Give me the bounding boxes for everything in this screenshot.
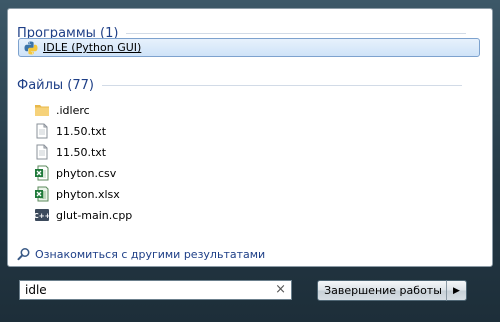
see-more-results-link[interactable]: Ознакомиться с другими результатами bbox=[17, 245, 265, 263]
files-header-label: Файлы (77) bbox=[17, 77, 94, 93]
text-file-icon bbox=[36, 123, 48, 139]
start-menu-frame: Программы (1) IDLE (Python GUI) Файлы (7… bbox=[0, 0, 500, 322]
python-icon bbox=[24, 41, 38, 54]
chevron-right-icon: ▶ bbox=[453, 285, 460, 296]
search-input[interactable] bbox=[20, 281, 265, 299]
file-result-item[interactable]: .idlerc bbox=[34, 100, 90, 120]
search-box[interactable]: × bbox=[19, 280, 292, 300]
text-file-icon bbox=[36, 144, 48, 160]
file-result-label: 11.50.txt bbox=[56, 124, 107, 138]
file-result-item[interactable]: phyton.xlsx bbox=[34, 184, 120, 204]
search-results-panel: Программы (1) IDLE (Python GUI) Файлы (7… bbox=[7, 8, 493, 267]
files-section-header[interactable]: Файлы (77) bbox=[17, 75, 462, 95]
cpp-file-icon: C++ bbox=[34, 209, 50, 221]
file-result-label: phyton.csv bbox=[56, 166, 117, 180]
clear-search-icon[interactable]: × bbox=[275, 282, 286, 297]
file-result-item[interactable]: 11.50.txt bbox=[34, 142, 106, 162]
programs-header-divider bbox=[126, 32, 467, 34]
file-result-item[interactable]: phyton.csv bbox=[34, 163, 116, 183]
start-menu-bottom-bar: × Завершение работы ▶ bbox=[0, 268, 500, 322]
svg-text:C++: C++ bbox=[34, 212, 50, 220]
shutdown-label: Завершение работы bbox=[324, 284, 442, 297]
file-result-label: .idlerc bbox=[56, 103, 90, 117]
file-result-label: 11.50.txt bbox=[56, 145, 107, 159]
see-more-results-label: Ознакомиться с другими результатами bbox=[35, 247, 266, 261]
file-result-item[interactable]: C++ glut-main.cpp bbox=[34, 205, 132, 225]
folder-icon bbox=[35, 105, 49, 116]
file-result-item[interactable]: 11.50.txt bbox=[34, 121, 106, 141]
program-result-label: IDLE (Python GUI) bbox=[43, 41, 142, 54]
files-header-divider bbox=[102, 84, 462, 86]
shutdown-options-button[interactable]: ▶ bbox=[446, 280, 467, 301]
excel-csv-icon bbox=[35, 165, 49, 181]
excel-xlsx-icon bbox=[35, 186, 49, 202]
program-result-idle[interactable]: IDLE (Python GUI) bbox=[18, 38, 480, 57]
file-result-label: glut-main.cpp bbox=[56, 208, 133, 222]
file-result-label: phyton.xlsx bbox=[56, 187, 120, 201]
magnifier-icon bbox=[17, 248, 30, 261]
shutdown-button[interactable]: Завершение работы bbox=[317, 280, 467, 301]
